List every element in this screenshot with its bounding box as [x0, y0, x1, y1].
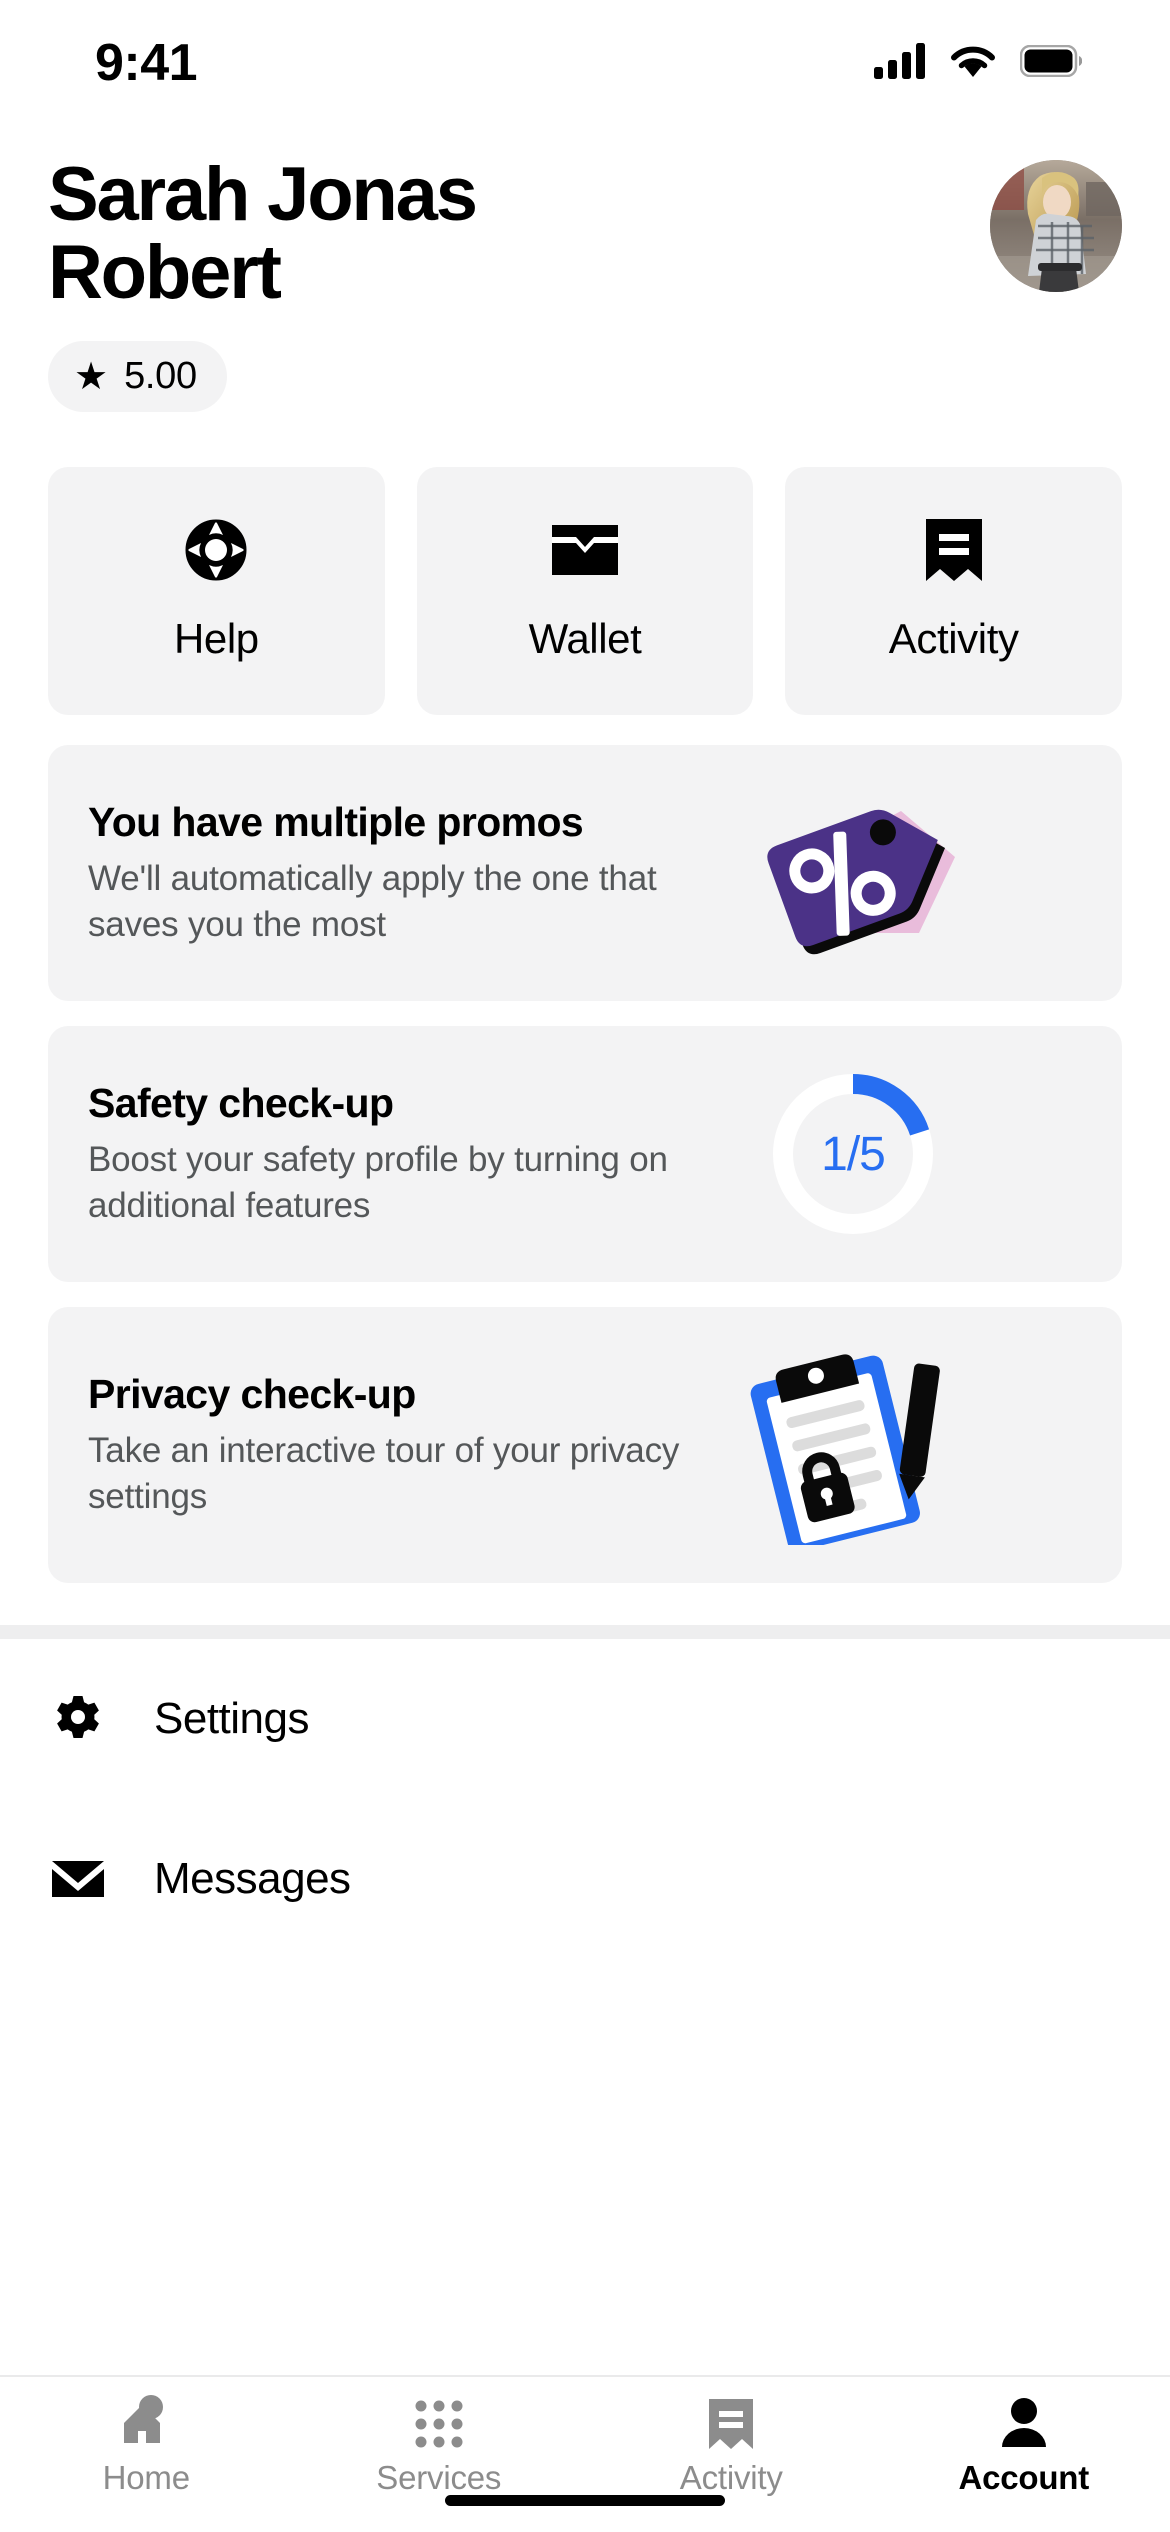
bottom-tab-bar: Home Services Activity Account	[0, 2375, 1170, 2532]
cellular-signal-icon	[874, 42, 926, 84]
card-subtitle: Take an interactive tour of your privacy…	[88, 1431, 680, 1516]
progress-ring: 1/5	[763, 1064, 943, 1244]
card-title: Safety check-up	[88, 1079, 394, 1126]
card-title: Privacy check-up	[88, 1370, 416, 1417]
quick-action-help[interactable]: Help	[48, 467, 385, 716]
menu-item-messages[interactable]: Messages	[48, 1799, 1122, 1959]
section-divider	[0, 1625, 1170, 1640]
home-icon	[118, 2391, 174, 2449]
battery-icon	[1019, 44, 1083, 82]
safety-progress-art: 1/5	[728, 1064, 978, 1244]
tab-services[interactable]: Services	[293, 2391, 586, 2497]
clipboard-lock-illustration	[728, 1345, 978, 1546]
card-promos[interactable]: You have multiple promos We'll automatic…	[48, 745, 1122, 1002]
gear-icon	[48, 1694, 108, 1744]
tab-label: Activity	[679, 2459, 783, 2496]
cards-list: You have multiple promos We'll automatic…	[0, 715, 1170, 1584]
promo-tags-illustration	[728, 783, 978, 963]
tab-account[interactable]: Account	[878, 2391, 1170, 2497]
card-privacy-check-up[interactable]: Privacy check-up Take an interactive tou…	[48, 1307, 1122, 1584]
quick-action-label: Wallet	[528, 615, 642, 663]
person-icon	[1000, 2391, 1048, 2449]
menu-list: Settings Messages	[0, 1639, 1170, 1959]
star-icon: ★	[74, 355, 109, 398]
card-subtitle: We'll automatically apply the one that s…	[88, 859, 657, 944]
profile-header: Sarah Jonas Robert ★ 5.00	[0, 120, 1170, 413]
menu-item-settings[interactable]: Settings	[48, 1639, 1122, 1799]
grid-dots-icon	[414, 2391, 464, 2449]
card-title: You have multiple promos	[88, 798, 584, 845]
quick-action-activity[interactable]: Activity	[785, 467, 1123, 716]
rating-value: 5.00	[124, 355, 197, 398]
wifi-icon	[948, 43, 998, 84]
avatar[interactable]	[990, 160, 1122, 292]
card-safety-check-up[interactable]: Safety check-up Boost your safety profil…	[48, 1026, 1122, 1283]
menu-item-label: Messages	[154, 1854, 351, 1904]
quick-action-label: Help	[173, 615, 259, 663]
rating-badge[interactable]: ★ 5.00	[48, 341, 227, 413]
quick-action-wallet[interactable]: Wallet	[416, 467, 754, 716]
tab-activity[interactable]: Activity	[585, 2391, 878, 2497]
page-title: Sarah Jonas Robert	[48, 152, 478, 315]
tab-label: Home	[102, 2459, 190, 2496]
status-time: 9:41	[95, 34, 198, 92]
receipt-bookmark-icon	[925, 519, 982, 582]
progress-label: 1/5	[821, 1127, 886, 1181]
receipt-bookmark-icon	[709, 2391, 754, 2449]
status-indicators	[874, 42, 1083, 84]
menu-item-label: Settings	[154, 1694, 309, 1744]
card-subtitle: Boost your safety profile by turning on …	[88, 1140, 668, 1225]
tab-home[interactable]: Home	[0, 2391, 293, 2497]
status-bar: 9:41	[0, 0, 1170, 120]
account-screen: 9:41 Sarah Jonas Robert ★ 5.00 Help Wall…	[0, 0, 1170, 2532]
home-indicator	[445, 2495, 725, 2506]
quick-actions: Help Wallet Activity	[0, 412, 1170, 716]
wallet-icon	[552, 519, 618, 581]
quick-action-label: Activity	[888, 615, 1019, 663]
tab-label: Services	[376, 2459, 502, 2496]
tab-label: Account	[958, 2459, 1090, 2496]
life-ring-icon	[185, 519, 247, 581]
envelope-icon	[48, 1859, 108, 1899]
